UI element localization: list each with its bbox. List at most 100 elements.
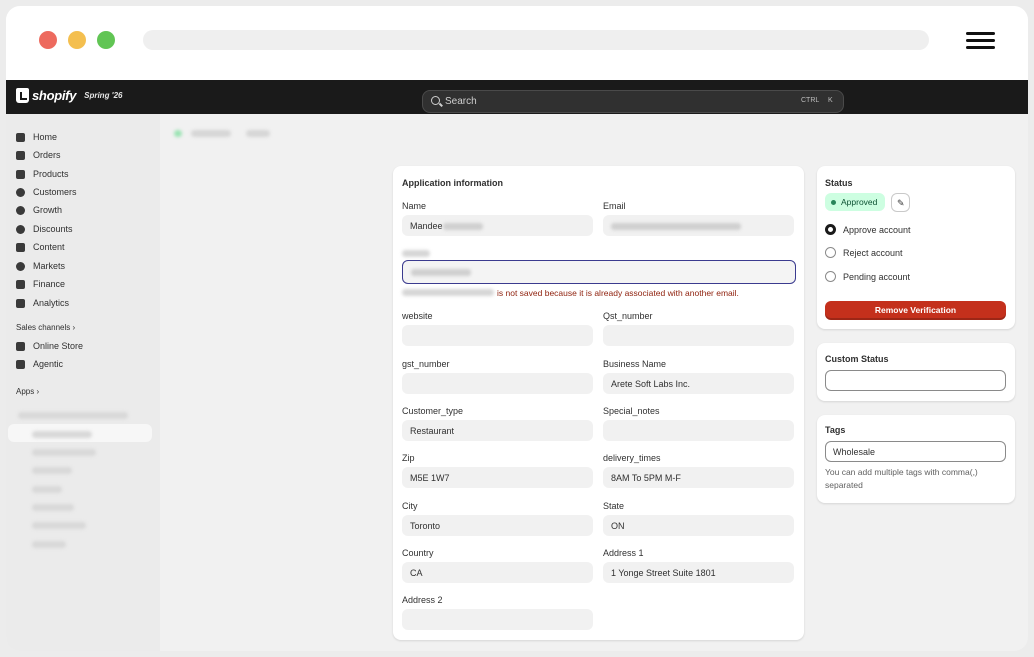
store-icon bbox=[16, 341, 25, 351]
sales-channels-heading[interactable]: Sales channels › bbox=[16, 323, 75, 332]
sidebar-item-orders[interactable]: Orders bbox=[16, 147, 61, 163]
state-label: State bbox=[603, 501, 625, 511]
sidebar-item-label: Growth bbox=[33, 205, 63, 215]
blurred-field-label bbox=[402, 250, 430, 257]
custom-status-card: Custom Status bbox=[817, 343, 1015, 401]
sidebar-item-products[interactable]: Products bbox=[16, 166, 69, 182]
blurred-app-subitem[interactable] bbox=[32, 467, 72, 474]
minimize-window-button[interactable] bbox=[68, 31, 86, 49]
blurred-text bbox=[411, 269, 471, 277]
application-information-card: Application information Name Mandee Emai… bbox=[393, 166, 804, 640]
sidebar-item-markets[interactable]: Markets bbox=[16, 258, 65, 274]
gst-number-label: gst_number bbox=[402, 359, 450, 369]
remove-verification-button[interactable]: Remove Verification bbox=[825, 301, 1006, 320]
card-title: Application information bbox=[402, 178, 503, 188]
address-bar[interactable] bbox=[143, 30, 929, 50]
shopify-bag-icon bbox=[16, 88, 29, 103]
sidebar-item-label: Discounts bbox=[33, 224, 73, 234]
email-field[interactable] bbox=[603, 215, 794, 236]
city-label: City bbox=[402, 501, 418, 511]
status-badge: Approved bbox=[825, 193, 886, 211]
country-field[interactable]: CA bbox=[402, 562, 593, 583]
special-notes-field[interactable] bbox=[603, 420, 794, 441]
breadcrumb[interactable] bbox=[191, 130, 231, 137]
blurred-app-subitem[interactable] bbox=[32, 486, 62, 493]
customer-type-field[interactable]: Restaurant bbox=[402, 420, 593, 441]
blurred-focused-field[interactable] bbox=[402, 260, 796, 284]
menu-icon[interactable] bbox=[966, 32, 995, 50]
name-field[interactable]: Mandee bbox=[402, 215, 593, 236]
zip-value: M5E 1W7 bbox=[410, 473, 450, 483]
sidebar-item-online-store[interactable]: Online Store bbox=[16, 338, 83, 354]
blurred-app-subitem[interactable] bbox=[32, 449, 96, 456]
apps-label: Apps bbox=[16, 387, 35, 396]
website-field[interactable] bbox=[402, 325, 593, 346]
custom-status-input[interactable] bbox=[825, 370, 1006, 391]
browser-chrome bbox=[6, 6, 1028, 80]
blurred-text bbox=[442, 223, 483, 231]
sidebar-item-home[interactable]: Home bbox=[16, 129, 57, 145]
admin-topbar: shopify Spring '26 Search CTRL K bbox=[6, 80, 1028, 114]
sidebar-item-analytics[interactable]: Analytics bbox=[16, 295, 69, 311]
browser-window: shopify Spring '26 Search CTRL K Home Or… bbox=[6, 6, 1028, 651]
blurred-app-subitem[interactable] bbox=[32, 431, 92, 438]
state-field[interactable]: ON bbox=[603, 515, 794, 536]
address2-field[interactable] bbox=[402, 609, 593, 630]
business-name-label: Business Name bbox=[603, 359, 667, 369]
apps-heading[interactable]: Apps › bbox=[16, 387, 39, 396]
radio-reject-account[interactable]: Reject account bbox=[825, 247, 903, 258]
address2-label: Address 2 bbox=[402, 595, 443, 605]
sidebar-item-finance[interactable]: Finance bbox=[16, 276, 65, 292]
sidebar-item-label: Content bbox=[33, 242, 65, 252]
sidebar-item-label: Analytics bbox=[33, 298, 70, 308]
sidebar-item-label: Orders bbox=[33, 150, 61, 160]
state-value: ON bbox=[611, 521, 625, 531]
zip-field[interactable]: M5E 1W7 bbox=[402, 467, 593, 488]
blurred-text bbox=[611, 223, 741, 231]
status-badge-label: Approved bbox=[841, 197, 878, 207]
content-icon bbox=[16, 242, 25, 252]
sidebar-item-label: Online Store bbox=[33, 341, 84, 351]
qst-number-field[interactable] bbox=[603, 325, 794, 346]
city-field[interactable]: Toronto bbox=[402, 515, 593, 536]
gst-number-field[interactable] bbox=[402, 373, 593, 394]
blurred-app-subitem[interactable] bbox=[32, 504, 74, 511]
target-icon bbox=[16, 205, 25, 215]
sidebar-item-label: Agentic bbox=[33, 359, 64, 369]
edition-label: Spring '26 bbox=[84, 91, 123, 100]
blurred-app-name[interactable] bbox=[18, 412, 128, 419]
sidebar-item-agentic[interactable]: Agentic bbox=[16, 356, 63, 372]
delivery-times-label: delivery_times bbox=[603, 453, 661, 463]
blurred-app-subitem[interactable] bbox=[32, 541, 66, 548]
country-value: CA bbox=[410, 568, 423, 578]
breadcrumb-icon bbox=[174, 130, 182, 137]
shortcut-mod-key: CTRL bbox=[801, 97, 820, 104]
radio-label: Approve account bbox=[843, 224, 911, 235]
shopify-logo[interactable]: shopify Spring '26 bbox=[16, 88, 122, 103]
radio-pending-account[interactable]: Pending account bbox=[825, 271, 910, 282]
sidebar-item-customers[interactable]: Customers bbox=[16, 184, 77, 200]
edit-status-button[interactable]: ✎ bbox=[891, 193, 910, 212]
address1-value: 1 Yonge Street Suite 1801 bbox=[611, 568, 716, 578]
search-bar[interactable]: Search CTRL K bbox=[422, 90, 844, 113]
radio-checked-icon bbox=[825, 224, 836, 235]
discount-icon bbox=[16, 224, 25, 234]
delivery-times-value: 8AM To 5PM M-F bbox=[611, 473, 681, 483]
sidebar-item-discounts[interactable]: Discounts bbox=[16, 221, 73, 237]
blurred-app-subitem[interactable] bbox=[32, 522, 86, 529]
radio-unchecked-icon bbox=[825, 247, 836, 258]
address1-field[interactable]: 1 Yonge Street Suite 1801 bbox=[603, 562, 794, 583]
radio-label: Pending account bbox=[843, 271, 911, 282]
sidebar-item-label: Products bbox=[33, 169, 69, 179]
radio-approve-account[interactable]: Approve account bbox=[825, 224, 911, 235]
maximize-window-button[interactable] bbox=[97, 31, 115, 49]
sidebar-item-growth[interactable]: Growth bbox=[16, 202, 62, 218]
search-placeholder: Search bbox=[445, 96, 477, 107]
tags-input[interactable]: Wholesale bbox=[825, 441, 1006, 462]
card-title: Tags bbox=[825, 425, 846, 435]
person-icon bbox=[16, 187, 25, 197]
business-name-field[interactable]: Arete Soft Labs Inc. bbox=[603, 373, 794, 394]
delivery-times-field[interactable]: 8AM To 5PM M-F bbox=[603, 467, 794, 488]
close-window-button[interactable] bbox=[39, 31, 57, 49]
sidebar-item-content[interactable]: Content bbox=[16, 239, 65, 255]
